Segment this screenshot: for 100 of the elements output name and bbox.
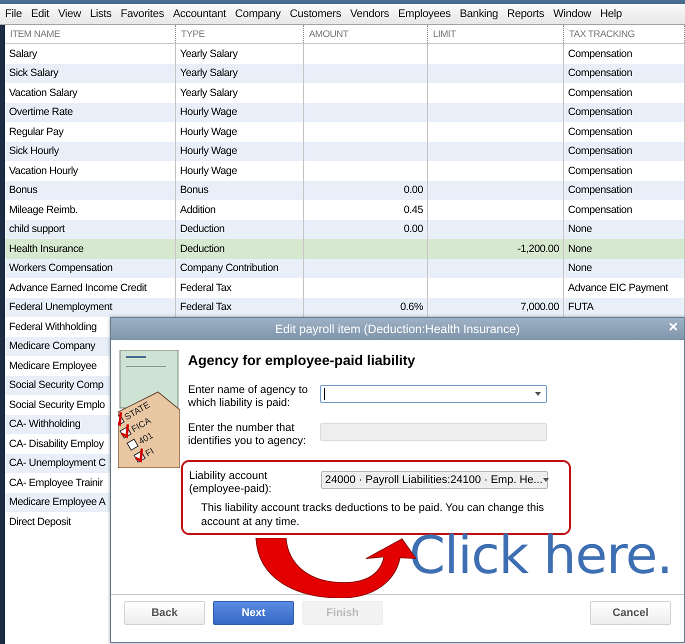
menu-item[interactable]: Window	[553, 8, 592, 20]
table-cell: 0.00	[404, 223, 423, 236]
table-cell: CA- Withholding	[9, 418, 80, 430]
dropdown-field[interactable]: 24000 · Payroll Liabilities:24100 · Emp. He...	[321, 471, 548, 489]
table-cell: Federal Tax	[180, 301, 232, 314]
table-cell: Yearly Salary	[180, 48, 238, 60]
menu-item[interactable]: Vendors	[350, 8, 390, 20]
menu-item[interactable]: Customers	[290, 8, 342, 20]
table-cell: Hourly Wage	[180, 106, 237, 118]
menu-item[interactable]: Help	[600, 8, 622, 20]
table-cell: Direct Deposit	[9, 516, 71, 528]
column-header[interactable]: AMOUNT	[304, 25, 428, 43]
table-row[interactable]: Overtime Rate Hourly Wage Compensation	[5, 102, 685, 122]
table-cell: Hourly Wage	[180, 145, 237, 158]
menu-item[interactable]: Accountant	[173, 8, 226, 20]
table-cell: FUTA	[568, 301, 594, 314]
menu-item[interactable]: Company	[235, 8, 281, 20]
table-cell: Compensation	[568, 126, 632, 138]
table-cell: Advance Earned Income Credit	[9, 282, 147, 294]
table-cell: None	[568, 242, 592, 255]
table-cell: Federal Withholding	[9, 320, 97, 333]
table-cell: Deduction	[180, 223, 225, 236]
menu-item[interactable]: Edit	[30, 8, 50, 20]
field-label: Liability account (employee-paid):	[189, 470, 273, 496]
table-row[interactable]: Sick Hourly Hourly Wage Compensation	[5, 142, 685, 161]
table-cell: Compensation	[568, 48, 632, 60]
menu-item[interactable]: Employees	[398, 8, 451, 20]
table-cell: None	[568, 223, 592, 236]
table-cell: Social Security Emplo	[9, 398, 105, 411]
table-cell: CA- Unemployment C	[9, 457, 106, 470]
menu-item[interactable]: Reports	[507, 8, 544, 20]
table-cell: Addition	[180, 204, 216, 216]
wizard-button[interactable]: Next	[213, 601, 294, 625]
table-cell: -1,200.00	[517, 242, 559, 255]
table-cell: Compensation	[568, 86, 632, 99]
table-cell: Bonus	[9, 184, 38, 196]
field-label: Enter name of agency to which liability is paid:	[188, 384, 309, 410]
table-cell: Social Security Comp	[9, 379, 104, 392]
table-row[interactable]: Sick Salary Yearly Salary Compensation	[5, 64, 685, 83]
callout-text: Click here.	[409, 526, 672, 586]
window-title: Edit payroll item (Deduction:Health Insurance)	[275, 322, 520, 336]
table-cell: Yearly Salary	[180, 86, 238, 99]
help-text: This liability account tracks deductions to be paid. You can change this account at any time.	[201, 501, 546, 529]
caret-icon	[542, 478, 549, 482]
table-cell: Advance EIC Payment	[568, 282, 668, 294]
menu-item[interactable]: File	[5, 8, 22, 20]
dropdown-field[interactable]	[320, 385, 547, 403]
table-cell: CA- Employee Trainir	[9, 476, 103, 489]
caret-icon	[535, 392, 541, 396]
table-cell: Hourly Wage	[180, 164, 237, 177]
menu-item[interactable]: Lists	[90, 8, 112, 20]
table-row[interactable]: Health Insurance Deduction -1,200.00 None	[5, 239, 685, 258]
table-cell: Regular Pay	[9, 126, 64, 138]
column-header[interactable]: TAX TRACKING	[564, 25, 685, 43]
table-cell: Medicare Employee A	[9, 496, 106, 508]
table-cell: 0.6%	[400, 301, 423, 314]
table-row[interactable]: child support Deduction 0.00 None	[5, 220, 685, 239]
cancel-button[interactable]: Cancel	[590, 601, 671, 625]
table-cell: Health Insurance	[9, 242, 84, 255]
table-row[interactable]: Federal Unemployment Federal Tax 0.6% 7,000.00 FUTA	[5, 298, 685, 317]
table-cell: Vacation Salary	[9, 86, 78, 99]
table-cell: Compensation	[568, 164, 632, 177]
table-cell: 7,000.00	[520, 301, 559, 314]
table-cell: Salary	[9, 48, 37, 60]
table-cell: Medicare Company	[9, 340, 96, 352]
column-header[interactable]: ITEM NAME	[5, 25, 176, 43]
table-cell: Company Contribution	[180, 262, 278, 274]
table-cell: Compensation	[568, 145, 632, 158]
table-cell: Compensation	[568, 184, 632, 196]
table-cell: Compensation	[568, 106, 632, 118]
dialog-heading: Agency for employee-paid liability	[188, 352, 416, 368]
field-label: Enter the number that identifies you to agency:	[188, 422, 308, 448]
table-cell: Vacation Hourly	[9, 164, 78, 177]
table-cell: Compensation	[568, 67, 632, 80]
table-row[interactable]: Workers Compensation Company Contribution None	[5, 258, 685, 278]
table-cell: Mileage Reimb.	[9, 204, 78, 216]
table-cell: Federal Unemployment	[9, 301, 112, 314]
wizard-button[interactable]: Back	[124, 601, 205, 625]
column-header[interactable]: TYPE	[176, 25, 304, 43]
table-cell: Sick Salary	[9, 67, 58, 80]
menu-item[interactable]: View	[58, 8, 81, 20]
table-cell: Hourly Wage	[180, 126, 237, 138]
table-cell: CA- Disability Employ	[9, 438, 104, 450]
table-cell: Medicare Employee	[9, 360, 97, 372]
menu-item[interactable]: Favorites	[120, 8, 164, 20]
table-cell: Compensation	[568, 204, 632, 216]
table-cell: 0.45	[404, 204, 423, 216]
table-cell: child support	[9, 223, 65, 236]
table-cell: None	[568, 262, 592, 274]
table-cell: 0.00	[404, 184, 423, 196]
column-header[interactable]: LIMIT	[428, 25, 564, 43]
table-cell: Sick Hourly	[9, 145, 59, 158]
table-cell: Workers Compensation	[9, 262, 113, 274]
input-field[interactable]	[320, 423, 547, 441]
table-cell: Overtime Rate	[9, 106, 73, 118]
table-cell: Yearly Salary	[180, 67, 238, 80]
menu-item[interactable]: Banking	[460, 8, 498, 20]
table-row[interactable]: Bonus Bonus 0.00 Compensation	[5, 180, 685, 200]
table-cell: Bonus	[180, 184, 208, 196]
table-cell: Deduction	[180, 242, 225, 255]
